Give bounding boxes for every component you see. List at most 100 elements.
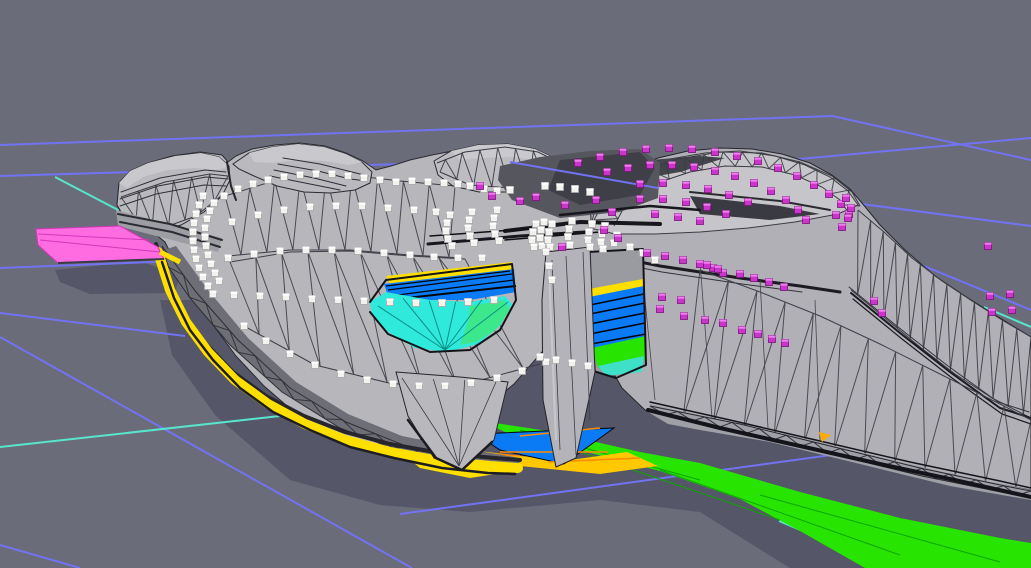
control-point-white-top-face[interactable] xyxy=(571,185,579,188)
control-point-white-top-face[interactable] xyxy=(199,273,207,276)
control-point-white-top-face[interactable] xyxy=(250,250,258,253)
control-point-white-top-face[interactable] xyxy=(312,170,320,173)
control-point-magenta-top-face[interactable] xyxy=(714,265,722,268)
control-point-magenta-top-face[interactable] xyxy=(665,144,673,147)
control-point-white-top-face[interactable] xyxy=(467,379,475,382)
control-point-white-top-face[interactable] xyxy=(224,254,232,257)
control-point-magenta-top-face[interactable] xyxy=(659,179,667,182)
control-point-magenta-top-face[interactable] xyxy=(532,193,540,196)
control-point-white-top-face[interactable] xyxy=(528,236,536,239)
control-point-magenta-top-face[interactable] xyxy=(731,172,739,175)
control-point-magenta-top-face[interactable] xyxy=(558,243,566,246)
control-point-white-top-face[interactable] xyxy=(438,299,446,302)
control-point-magenta-top-face[interactable] xyxy=(643,249,651,252)
control-point-magenta-top-face[interactable] xyxy=(768,335,776,338)
control-point-white-top-face[interactable] xyxy=(334,296,342,299)
control-point-white-top-face[interactable] xyxy=(412,299,420,302)
control-point-white-top-face[interactable] xyxy=(489,222,497,225)
control-point-white-top-face[interactable] xyxy=(585,228,593,231)
control-point-white-top-face[interactable] xyxy=(626,243,634,246)
control-point-white-top-face[interactable] xyxy=(311,361,319,364)
control-point-white-top-face[interactable] xyxy=(490,296,498,299)
control-point-magenta-top-face[interactable] xyxy=(781,339,789,342)
control-point-white-top-face[interactable] xyxy=(552,356,560,359)
control-point-white-top-face[interactable] xyxy=(276,247,284,250)
control-point-magenta-top-face[interactable] xyxy=(754,330,762,333)
control-point-magenta-top-face[interactable] xyxy=(656,305,664,308)
control-point-white-top-face[interactable] xyxy=(548,220,556,223)
control-point-white-top-face[interactable] xyxy=(202,242,210,245)
control-point-white-top-face[interactable] xyxy=(380,249,388,252)
control-point-magenta-top-face[interactable] xyxy=(733,152,741,155)
control-point-white-top-face[interactable] xyxy=(358,202,366,205)
control-point-white-top-face[interactable] xyxy=(566,241,574,244)
control-point-magenta-top-face[interactable] xyxy=(842,194,850,197)
control-point-magenta-top-face[interactable] xyxy=(642,145,650,148)
control-point-magenta-top-face[interactable] xyxy=(608,208,616,211)
control-point-white-top-face[interactable] xyxy=(430,253,438,256)
control-point-white-top-face[interactable] xyxy=(408,177,416,180)
viewport-3d[interactable] xyxy=(0,0,1031,568)
control-point-magenta-top-face[interactable] xyxy=(661,252,669,255)
control-point-white-top-face[interactable] xyxy=(493,374,501,377)
control-point-magenta-top-face[interactable] xyxy=(636,180,644,183)
control-point-magenta-top-face[interactable] xyxy=(765,278,773,281)
control-point-magenta-top-face[interactable] xyxy=(774,164,782,167)
control-point-white-top-face[interactable] xyxy=(518,367,526,370)
control-point-white-top-face[interactable] xyxy=(207,260,215,263)
control-point-magenta-top-face[interactable] xyxy=(646,161,654,164)
control-point-white-top-face[interactable] xyxy=(296,171,304,174)
control-point-magenta-top-face[interactable] xyxy=(680,312,688,315)
control-point-magenta-top-face[interactable] xyxy=(679,256,687,259)
control-point-magenta-top-face[interactable] xyxy=(802,216,810,219)
control-point-white-top-face[interactable] xyxy=(215,277,223,280)
control-point-magenta-top-face[interactable] xyxy=(651,210,659,213)
control-point-white-top-face[interactable] xyxy=(530,243,538,246)
control-point-white-top-face[interactable] xyxy=(264,176,272,179)
control-point-white-top-face[interactable] xyxy=(442,227,450,230)
control-point-white-top-face[interactable] xyxy=(432,208,440,211)
control-point-white-top-face[interactable] xyxy=(651,256,659,259)
control-point-magenta-top-face[interactable] xyxy=(701,316,709,319)
control-point-white-top-face[interactable] xyxy=(478,254,486,257)
control-point-white-top-face[interactable] xyxy=(201,224,209,227)
control-point-white-top-face[interactable] xyxy=(464,298,472,301)
control-point-white-top-face[interactable] xyxy=(254,211,262,214)
control-point-white-top-face[interactable] xyxy=(392,178,400,181)
control-point-white-top-face[interactable] xyxy=(363,376,371,379)
control-point-magenta-top-face[interactable] xyxy=(619,148,627,151)
control-point-white-top-face[interactable] xyxy=(354,247,362,250)
control-point-white-top-face[interactable] xyxy=(228,218,236,221)
control-point-white-top-face[interactable] xyxy=(389,380,397,383)
control-point-white-top-face[interactable] xyxy=(286,350,294,353)
control-point-magenta-top-face[interactable] xyxy=(603,168,611,171)
control-point-white-top-face[interactable] xyxy=(454,254,462,257)
control-point-white-top-face[interactable] xyxy=(190,219,198,222)
control-point-white-top-face[interactable] xyxy=(306,203,314,206)
control-point-white-top-face[interactable] xyxy=(195,264,203,267)
control-point-magenta-top-face[interactable] xyxy=(793,172,801,175)
control-point-white-top-face[interactable] xyxy=(199,192,207,195)
control-point-white-top-face[interactable] xyxy=(537,226,545,229)
control-point-magenta-top-face[interactable] xyxy=(984,242,992,245)
control-point-magenta-top-face[interactable] xyxy=(682,198,690,201)
control-point-white-top-face[interactable] xyxy=(466,182,474,185)
control-point-magenta-top-face[interactable] xyxy=(674,213,682,216)
control-point-white-top-face[interactable] xyxy=(464,224,472,227)
control-point-magenta-top-face[interactable] xyxy=(767,187,775,190)
control-point-white-top-face[interactable] xyxy=(584,362,592,365)
control-point-magenta-top-face[interactable] xyxy=(574,159,582,162)
control-point-white-top-face[interactable] xyxy=(204,251,212,254)
control-point-white-top-face[interactable] xyxy=(495,237,503,240)
control-point-white-top-face[interactable] xyxy=(568,359,576,362)
control-point-white-top-face[interactable] xyxy=(204,282,212,285)
control-point-magenta-top-face[interactable] xyxy=(750,274,758,277)
control-point-white-top-face[interactable] xyxy=(613,231,621,234)
control-point-white-top-face[interactable] xyxy=(586,243,594,246)
control-point-white-top-face[interactable] xyxy=(211,269,219,272)
control-point-magenta-top-face[interactable] xyxy=(711,167,719,170)
control-point-magenta-top-face[interactable] xyxy=(488,192,496,195)
control-point-white-top-face[interactable] xyxy=(588,220,596,223)
control-point-magenta-top-face[interactable] xyxy=(750,179,758,182)
control-point-white-top-face[interactable] xyxy=(332,202,340,205)
